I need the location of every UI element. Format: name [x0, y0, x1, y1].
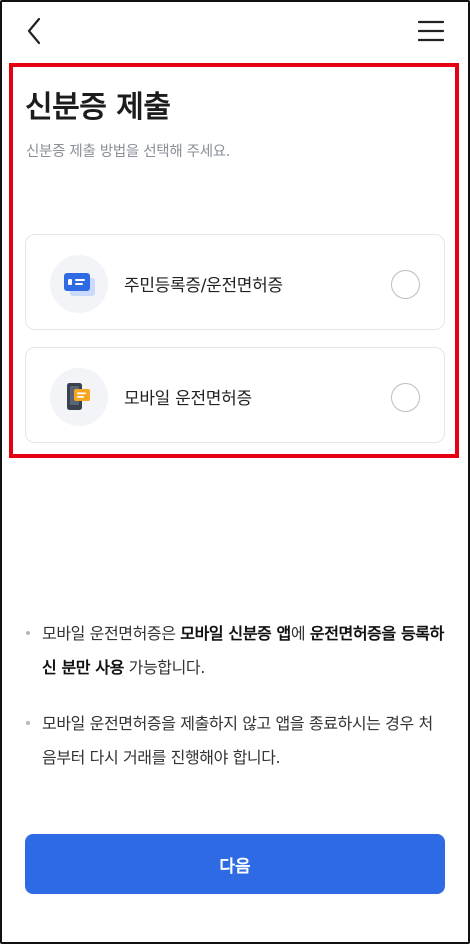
notice-text: 모바일 운전면허증은 모바일 신분증 앱에 운전면허증을 등록하신 분만 사용 …: [26, 617, 446, 685]
chevron-left-icon: [27, 17, 41, 45]
option-mobile-license[interactable]: 모바일 운전면허증: [25, 347, 445, 443]
back-button[interactable]: [22, 16, 48, 46]
option-id-card[interactable]: 주민등록증/운전면허증: [25, 234, 445, 330]
bullet-dot: [26, 631, 30, 635]
notice-item: 모바일 운전면허증을 제출하지 않고 앱을 종료하시는 경우 처음부터 다시 거…: [26, 707, 446, 775]
mobile-license-icon: [67, 383, 90, 410]
notice-text: 모바일 운전면허증을 제출하지 않고 앱을 종료하시는 경우 처음부터 다시 거…: [26, 707, 446, 775]
notice-part: 모바일 운전면허증은: [42, 624, 181, 643]
next-button[interactable]: 다음: [25, 834, 445, 894]
notice-part-bold: 모바일 신분증 앱: [180, 624, 291, 643]
hamburger-menu-icon: [417, 20, 445, 42]
id-card-icon: [64, 273, 95, 296]
notice-part: 모바일 운전면허증을 제출하지 않고 앱을 종료하시는 경우 처음부터 다시 거…: [42, 714, 433, 767]
radio-button[interactable]: [391, 270, 420, 299]
menu-button[interactable]: [417, 20, 445, 42]
option-icon-background: [50, 255, 108, 313]
radio-button[interactable]: [391, 383, 420, 412]
header: [0, 0, 470, 62]
page-title: 신분증 제출: [25, 90, 171, 125]
option-label: 모바일 운전면허증: [124, 389, 252, 409]
page-subtitle: 신분증 제출 방법을 선택해 주세요.: [26, 144, 231, 160]
bullet-dot: [26, 721, 30, 725]
option-label: 주민등록증/운전면허증: [124, 276, 283, 296]
notice-part: 에: [290, 624, 310, 643]
notice-part: 가능합니다.: [123, 658, 206, 677]
option-icon-background: [50, 368, 108, 426]
notice-item: 모바일 운전면허증은 모바일 신분증 앱에 운전면허증을 등록하신 분만 사용 …: [26, 617, 446, 685]
